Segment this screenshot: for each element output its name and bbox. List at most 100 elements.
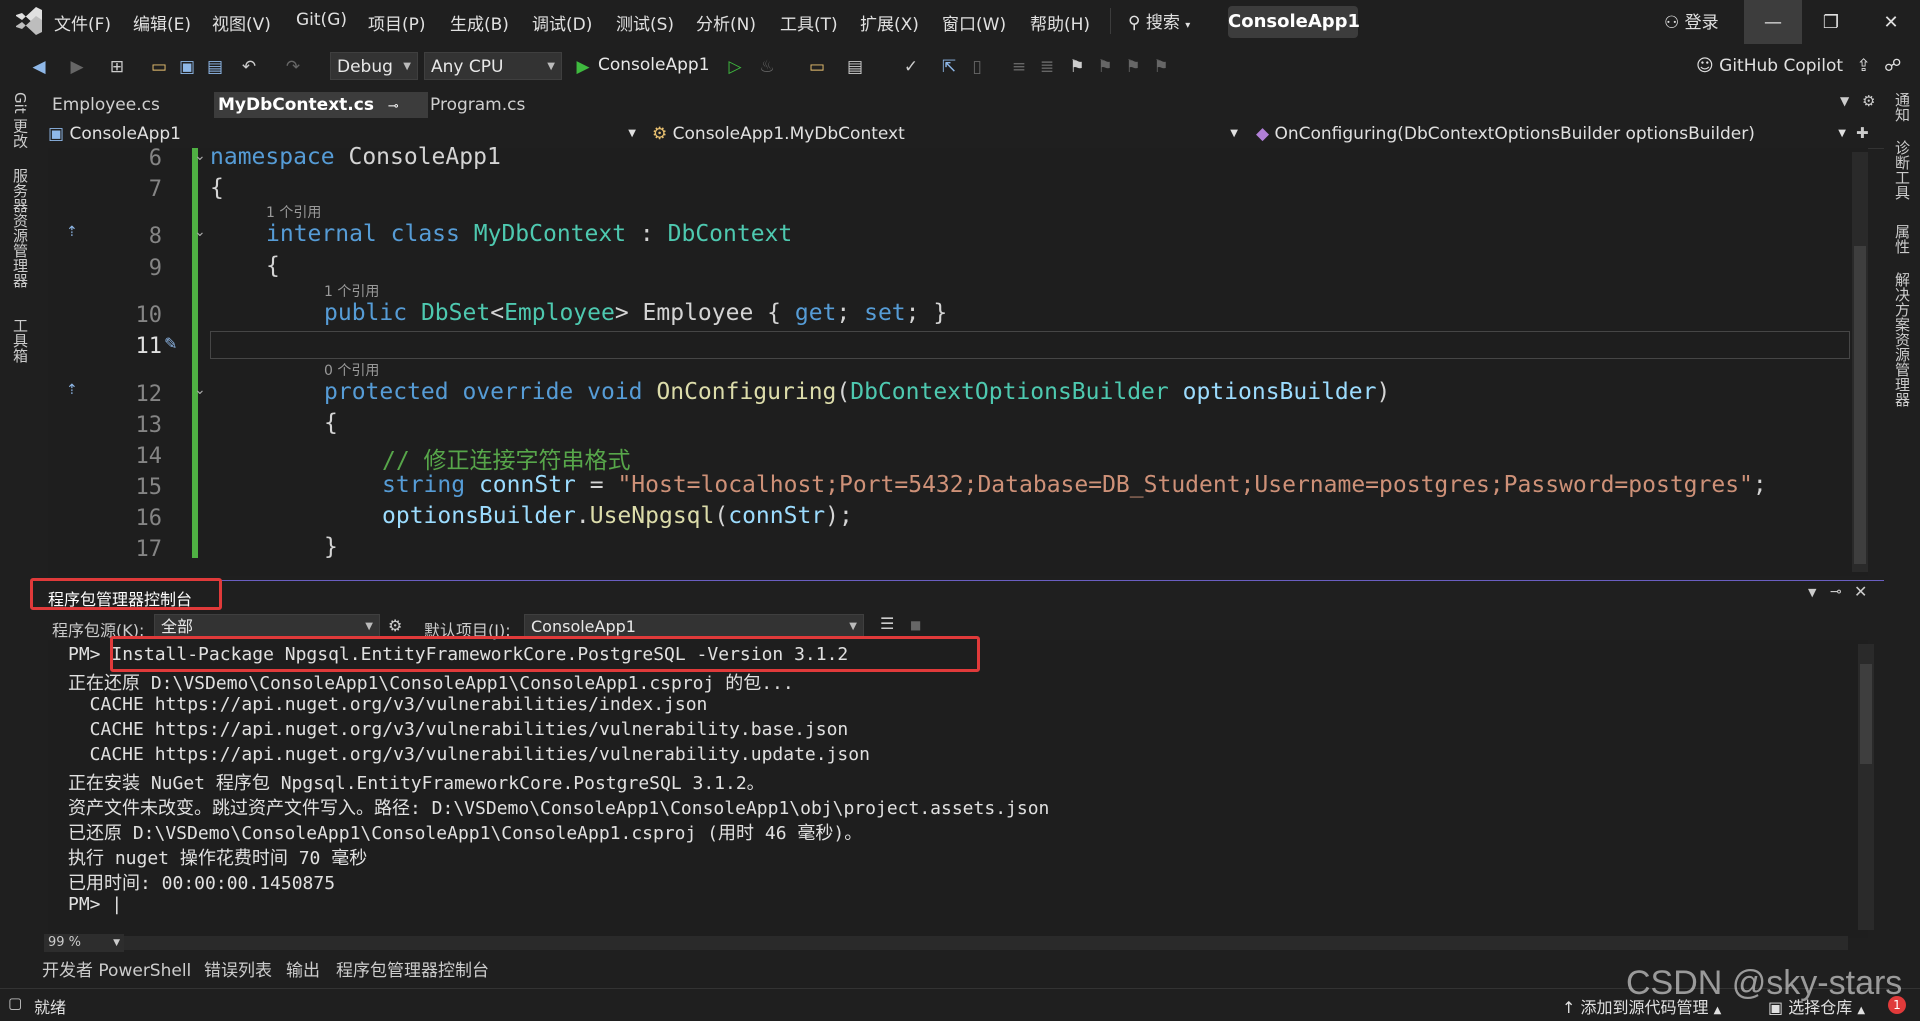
search-box[interactable]: ⚲ 搜索 ▾ [1128,8,1190,33]
panel-dropdown-icon[interactable]: ▼ [1808,586,1816,599]
menu-project[interactable]: 项目(P) [368,10,426,35]
bookmark-icon[interactable]: ⚑ [1066,56,1088,78]
zoom-select[interactable]: 99 % ▼ [44,934,124,952]
console-horizontal-scrollbar[interactable] [124,936,1848,950]
console-line: 正在安装 NuGet 程序包 Npgsql.EntityFrameworkCor… [68,773,765,794]
editor-scroll-thumb[interactable] [1854,246,1866,564]
clear-bookmarks-icon[interactable]: ⚑ [1150,56,1172,78]
run-target-button[interactable]: ConsoleApp1 [598,55,710,75]
prev-bookmark-icon[interactable]: ⚑ [1094,56,1116,78]
codelens-references[interactable]: 1 个引用 [324,281,379,301]
run-without-debug-icon[interactable]: ▷ [724,56,746,78]
console-prompt-line: PM> Install-Package Npgsql.EntityFramewo… [68,644,849,665]
console-line: 已还原 D:\VSDemo\ConsoleApp1\ConsoleApp1\Co… [68,823,863,844]
console-prompt-line[interactable]: PM> | [68,894,122,915]
menu-build[interactable]: 生成(B) [450,10,509,35]
menu-extensions[interactable]: 扩展(X) [860,10,919,35]
pin-icon[interactable]: ⊸ [388,99,399,114]
save-all-icon[interactable]: ▤ [204,56,226,78]
tab-employee-cs[interactable]: Employee.cs [48,92,164,118]
codelens-references[interactable]: 1 个引用 [266,202,321,222]
close-button[interactable]: ✕ [1862,0,1920,44]
maximize-button[interactable]: ❐ [1802,0,1860,44]
format-icon[interactable]: ▯ [966,56,988,78]
menu-debug[interactable]: 调试(D) [532,10,592,35]
platform-select[interactable]: Any CPU ▼ [424,52,562,80]
panel-close-icon[interactable]: ✕ [1854,582,1867,601]
console-scroll-thumb[interactable] [1860,664,1872,764]
tab-program-cs[interactable]: Program.cs [426,92,529,118]
feedback-icon[interactable]: ☍ [1884,56,1901,76]
change-tracking-bar [192,148,198,558]
tab-output[interactable]: 输出 [286,956,320,981]
menu-test[interactable]: 测试(S) [616,10,674,35]
menu-view[interactable]: 视图(V) [212,10,271,35]
console-line: 正在还原 D:\VSDemo\ConsoleApp1\ConsoleApp1\C… [68,673,794,694]
settings-gear-icon[interactable]: ⚙ [1862,92,1875,110]
minimize-button[interactable]: — [1744,0,1802,44]
menu-analyze[interactable]: 分析(N) [696,10,756,35]
overrides-glyph-icon[interactable]: ⇡ [66,224,78,240]
menu-file[interactable]: 文件(F) [54,10,111,35]
new-project-icon[interactable]: ⊞ [106,56,128,78]
panel-pin-icon[interactable]: ⊸ [1830,584,1842,600]
rail-toolbox[interactable]: 工具箱 [10,318,31,363]
menu-tools[interactable]: 工具(T) [780,10,838,35]
menu-window[interactable]: 窗口(W) [942,10,1006,35]
tab-developer-powershell[interactable]: 开发者 PowerShell [42,956,191,981]
current-line-highlight [210,331,1850,359]
cursor-icon[interactable]: ⇱ [938,56,960,78]
next-bookmark-icon[interactable]: ⚑ [1122,56,1144,78]
save-icon[interactable]: ▣ [176,56,198,78]
menu-git[interactable]: Git(G) [296,10,347,30]
tab-list-dropdown-icon[interactable]: ▼ [1840,94,1849,108]
clear-console-icon[interactable]: ☰ [880,614,894,633]
output-status-icon: ▢ [8,994,23,1012]
forward-icon[interactable]: ▶ [66,56,88,78]
code-line: internal class MyDbContext : DbContext [266,221,793,247]
uncomment-icon[interactable]: ≣ [1036,56,1058,78]
login-button[interactable]: ⚇ 登录 [1664,8,1719,33]
quick-actions-brush-icon[interactable]: ✎ [164,334,177,353]
line-number: 6 [148,146,162,171]
window-layout-icon[interactable]: ▤ [844,56,866,78]
rail-properties[interactable]: 属性 [1892,224,1913,254]
rail-notifications[interactable]: 通知 [1892,92,1913,122]
github-copilot-button[interactable]: ☺ GitHub Copilot ⇪ ☍ [1696,56,1901,76]
override-glyph-icon[interactable]: ⇡ [66,382,78,398]
rail-server-explorer[interactable]: 服务器资源管理器 [10,168,31,288]
collapse-icon[interactable]: ⌄ [194,382,206,398]
tab-mydbcontext-cs[interactable]: MyDbContext.cs ⊸ ✕ [214,92,428,143]
rail-git-changes[interactable]: Git 更改 [10,92,31,148]
run-icon[interactable]: ▶ [572,56,594,78]
open-folder-icon[interactable]: ▭ [148,56,170,78]
browse-folder-icon[interactable]: ▭ [806,56,828,78]
class-dropdown[interactable]: ⚙ ConsoleApp1.MyDbContext ▼ [652,121,1242,147]
code-line: { [324,410,338,436]
share-icon[interactable]: ⇪ [1856,56,1870,76]
menu-help[interactable]: 帮助(H) [1030,10,1090,35]
comment-icon[interactable]: ≡ [1008,56,1030,78]
tab-package-manager-console[interactable]: 程序包管理器控制台 [336,956,489,981]
rail-solution-explorer[interactable]: 解决方案资源管理器 [1892,272,1913,407]
spellcheck-icon[interactable]: ✓ [900,56,922,78]
tab-error-list[interactable]: 错误列表 [204,956,272,981]
code-line: } [324,534,338,560]
package-source-select[interactable]: 全部 ▼ [154,614,380,638]
codelens-references[interactable]: 0 个引用 [324,360,379,380]
member-dropdown[interactable]: ◆ OnConfiguring(DbContextOptionsBuilder … [1256,121,1850,147]
hot-reload-icon[interactable]: ♨ [756,56,778,78]
menu-edit[interactable]: 编辑(E) [133,10,191,35]
split-editor-icon[interactable]: ✚ [1856,124,1869,142]
stop-icon[interactable]: ■ [910,618,921,632]
configuration-select[interactable]: Debug ▼ [330,52,418,80]
rail-diagnostic-tools[interactable]: 诊断工具 [1892,140,1913,200]
collapse-icon[interactable]: ⌄ [194,224,206,240]
settings-gear-icon[interactable]: ⚙ [388,616,402,635]
back-icon[interactable]: ◀ [28,56,50,78]
collapse-icon[interactable]: ⌄ [194,148,206,164]
redo-icon[interactable]: ↷ [282,56,304,78]
undo-icon[interactable]: ↶ [238,56,260,78]
arrow-up-icon: ↑ [1562,998,1576,1017]
default-project-select[interactable]: ConsoleApp1 ▼ [524,614,864,638]
